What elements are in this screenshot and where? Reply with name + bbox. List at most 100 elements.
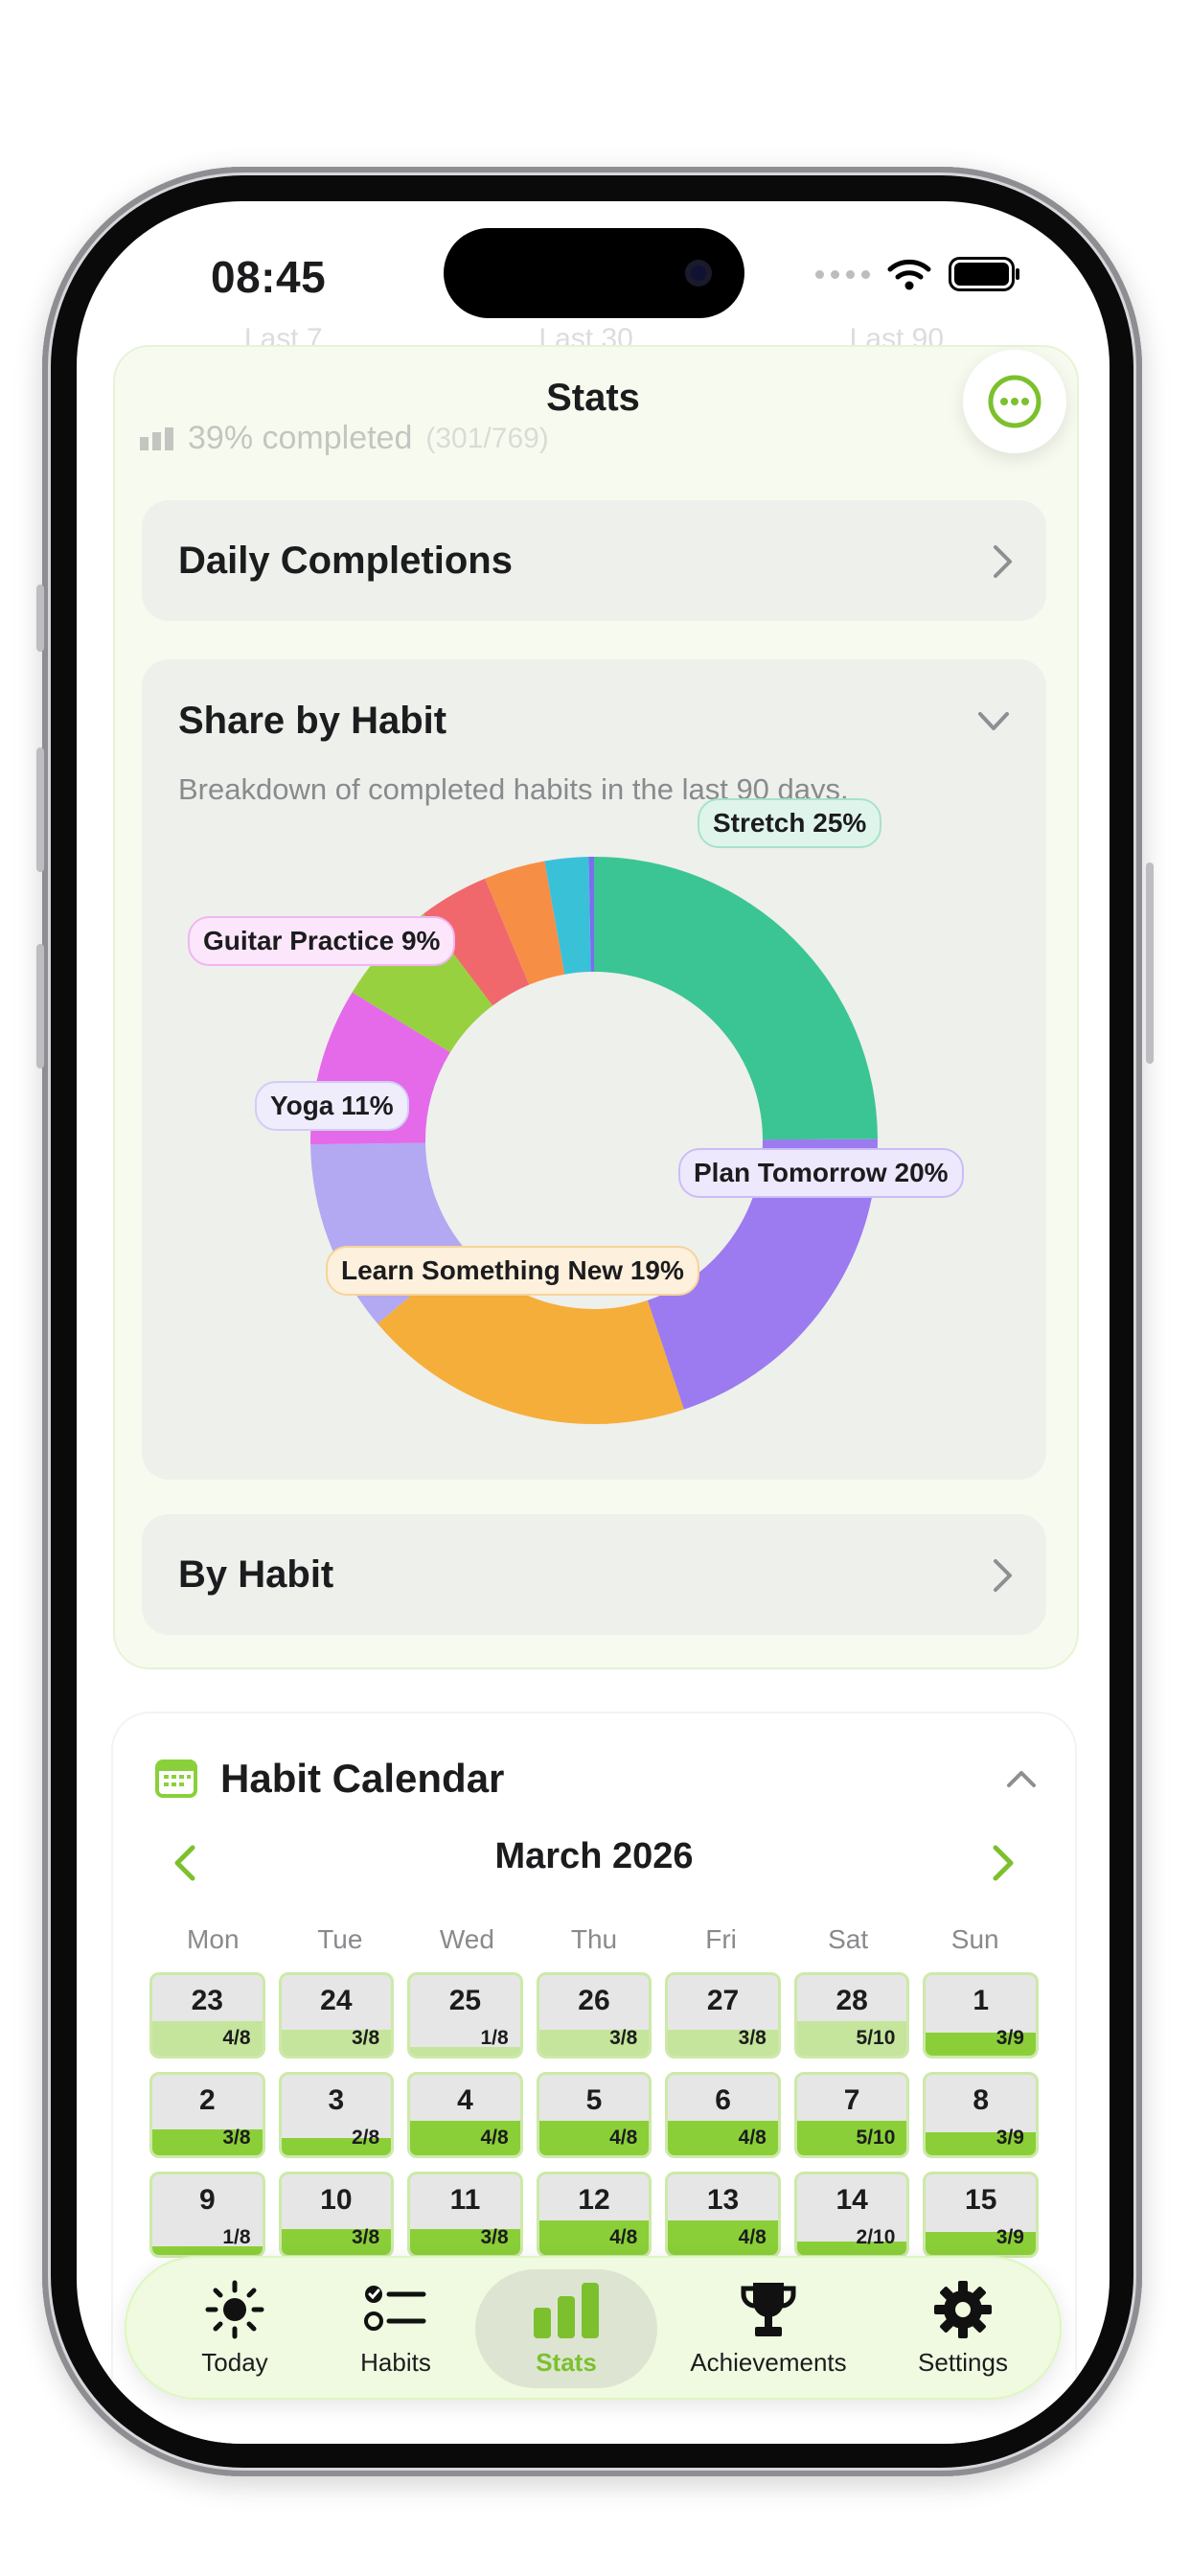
- volume-up-button: [36, 585, 44, 652]
- calendar-day[interactable]: 27 3/8: [665, 1972, 781, 2058]
- day-number: 23: [191, 1985, 223, 2016]
- day-number: 1: [973, 1985, 990, 2016]
- calendar-grid: 23 4/8 24 3/8 25 1/8 26 3/8 27 3/8 28 5/10 1 3/9 2 3/8 3…: [149, 1972, 1039, 2258]
- calendar-day[interactable]: 12 4/8: [536, 2172, 652, 2258]
- calendar-day[interactable]: 11 3/8: [407, 2172, 523, 2258]
- day-fraction: 4/8: [222, 2027, 251, 2049]
- month-label: March 2026: [494, 1836, 694, 1876]
- more-button[interactable]: [963, 350, 1066, 453]
- page-title: Stats: [546, 377, 640, 419]
- completed-count: (301/769): [425, 422, 549, 454]
- day-fraction: 5/10: [856, 2027, 896, 2049]
- dynamic-island: [444, 228, 744, 318]
- pie-label: Guitar Practice 9%: [188, 916, 456, 966]
- calendar-day[interactable]: 13 4/8: [665, 2172, 781, 2258]
- tab-achievements-label: Achievements: [690, 2347, 847, 2377]
- by-habit-card[interactable]: By Habit: [142, 1514, 1046, 1635]
- sun-icon: [205, 2280, 264, 2338]
- next-month-button[interactable]: [991, 1844, 1016, 1882]
- day-fraction: 4/8: [738, 2127, 767, 2149]
- tab-settings[interactable]: Settings: [891, 2256, 1035, 2400]
- calendar-day[interactable]: 8 3/9: [923, 2072, 1039, 2158]
- camera-icon: [685, 260, 712, 287]
- day-fraction: 3/9: [995, 2127, 1024, 2149]
- completed-text: 39% completed: [188, 420, 413, 456]
- weekday-mon: Mon: [187, 1924, 240, 1954]
- day-fraction: 4/8: [609, 2226, 638, 2248]
- pie-label: Stretch 25%: [698, 798, 882, 848]
- day-number: 5: [585, 2084, 603, 2116]
- share-by-habit-card: Share by Habit Breakdown of completed ha…: [142, 659, 1046, 1480]
- day-fraction: 3/8: [480, 2226, 509, 2248]
- tab-bar: Today Habits Stats Achievements Settings: [125, 2256, 1062, 2400]
- trophy-icon: [741, 2282, 796, 2336]
- day-number: 24: [320, 1985, 353, 2016]
- calendar-day[interactable]: 1 3/9: [923, 1972, 1039, 2058]
- calendar-day[interactable]: 7 5/10: [793, 2072, 910, 2158]
- pie-label: Learn Something New 19%: [326, 1246, 699, 1296]
- day-number: 27: [706, 1985, 740, 2016]
- silent-switch: [36, 944, 44, 1069]
- tab-today[interactable]: Today: [163, 2256, 307, 2400]
- day-fraction: 2/8: [351, 2127, 380, 2149]
- day-number: 8: [973, 2084, 990, 2116]
- tab-stats-label: Stats: [536, 2347, 597, 2377]
- day-fraction: 1/8: [222, 2226, 251, 2248]
- day-number: 6: [715, 2084, 731, 2116]
- screen: Last 7 Last 30 Last 90 39% completed (30…: [77, 201, 1110, 2444]
- day-number: 3: [328, 2084, 345, 2116]
- battery-icon: [949, 257, 1019, 291]
- calendar-day[interactable]: 26 3/8: [536, 1972, 652, 2058]
- day-fraction: 3/8: [351, 2226, 380, 2248]
- day-number: 12: [578, 2184, 610, 2216]
- calendar-day[interactable]: 3 2/8: [278, 2072, 395, 2158]
- day-fraction: 5/10: [856, 2127, 896, 2149]
- day-number: 10: [320, 2184, 353, 2216]
- weekday-sun: Sun: [950, 1924, 999, 1954]
- calendar-day[interactable]: 4 4/8: [407, 2072, 523, 2158]
- day-fraction: 3/8: [738, 2027, 767, 2049]
- day-fraction: 1/8: [480, 2027, 509, 2049]
- calendar-day[interactable]: 25 1/8: [407, 1972, 523, 2058]
- calendar-day[interactable]: 15 3/9: [923, 2172, 1039, 2258]
- calendar-day[interactable]: 2 3/8: [149, 2072, 265, 2158]
- gear-icon: [934, 2280, 992, 2338]
- status-icons: [815, 257, 1021, 291]
- calendar-day[interactable]: 14 2/10: [793, 2172, 910, 2258]
- calendar-day[interactable]: 10 3/8: [278, 2172, 395, 2258]
- donut-chart: Stretch 25% Plan Tomorrow 20% Learn Someth…: [142, 659, 1046, 1480]
- day-fraction: 3/8: [222, 2127, 251, 2149]
- chevron-right-icon: [994, 1559, 1012, 1592]
- signal-icon: [815, 269, 870, 279]
- calendar-day[interactable]: 6 4/8: [665, 2072, 781, 2158]
- daily-completions-card[interactable]: Daily Completions: [142, 500, 1046, 621]
- day-fraction: 4/8: [738, 2226, 767, 2248]
- weekday-thu: Thu: [570, 1924, 618, 1954]
- daily-completions-title: Daily Completions: [178, 540, 513, 582]
- tab-achievements[interactable]: Achievements: [663, 2256, 874, 2400]
- day-fraction: 3/8: [351, 2027, 380, 2049]
- day-number: 26: [578, 1985, 610, 2016]
- weekday-wed: Wed: [439, 1924, 494, 1954]
- day-number: 15: [965, 2184, 997, 2216]
- status-time: 08:45: [211, 252, 327, 302]
- tab-habits[interactable]: Habits: [314, 2256, 477, 2400]
- bars-icon: [140, 426, 173, 450]
- volume-down-button: [36, 748, 44, 872]
- tab-today-label: Today: [201, 2347, 268, 2377]
- calendar-day[interactable]: 24 3/8: [278, 1972, 395, 2058]
- bar-chart-icon: [534, 2282, 599, 2338]
- chevron-up-icon[interactable]: [1006, 1769, 1037, 1788]
- day-fraction: 4/8: [609, 2127, 638, 2149]
- calendar-day[interactable]: 5 4/8: [536, 2072, 652, 2158]
- pie-label: Yoga 11%: [255, 1081, 409, 1131]
- calendar-day[interactable]: 9 1/8: [149, 2172, 265, 2258]
- ellipsis-circle-icon: [988, 375, 1041, 428]
- pie-slice: [594, 857, 878, 1140]
- calendar-day[interactable]: 28 5/10: [793, 1972, 910, 2058]
- calendar-title: Habit Calendar: [220, 1756, 505, 1801]
- donut-svg: [310, 857, 878, 1424]
- calendar-day[interactable]: 23 4/8: [149, 1972, 265, 2058]
- by-habit-title: By Habit: [178, 1553, 334, 1596]
- tab-stats[interactable]: Stats: [485, 2256, 648, 2400]
